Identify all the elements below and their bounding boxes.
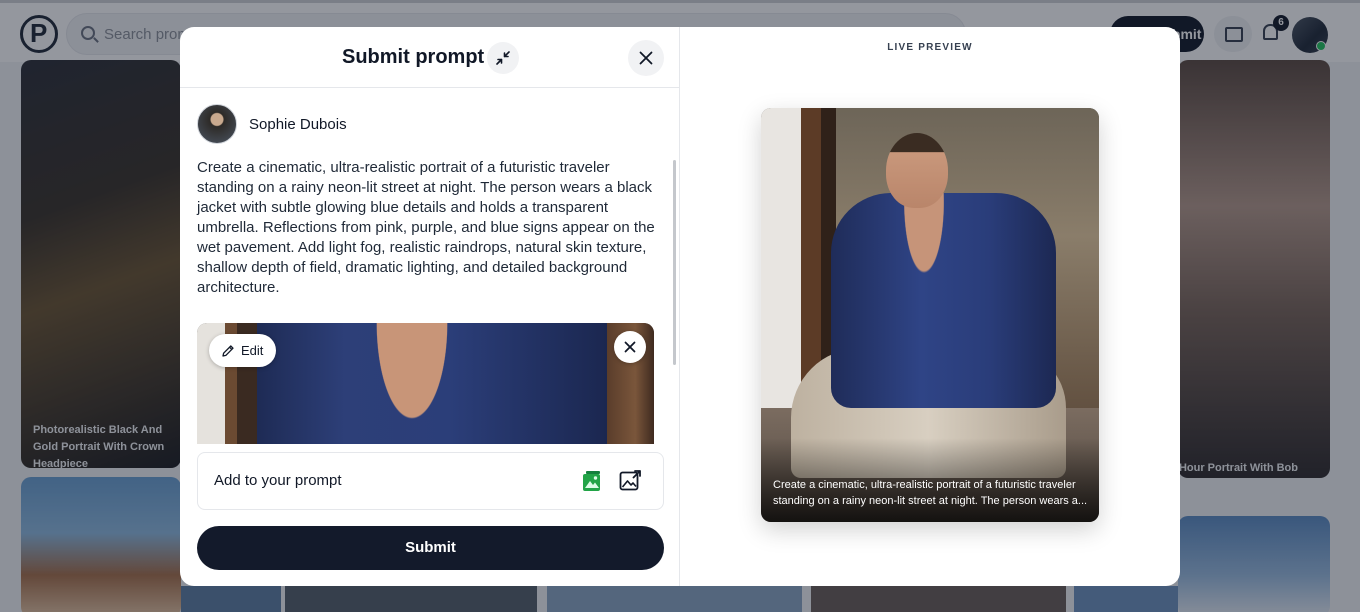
- edit-image-button[interactable]: Edit: [209, 334, 276, 367]
- modal-title: Submit prompt: [342, 46, 485, 68]
- close-icon: [624, 341, 636, 353]
- scrollbar[interactable]: [673, 160, 676, 365]
- submit-prompt-modal: Submit prompt Sophie Dubois Create a cin…: [180, 27, 1180, 586]
- close-icon: [639, 51, 653, 65]
- remove-image-button[interactable]: [614, 331, 646, 363]
- preview-caption: Create a cinematic, ultra-realistic port…: [773, 479, 1088, 507]
- submit-button[interactable]: Submit: [197, 526, 664, 570]
- image-upload-icon[interactable]: [618, 469, 642, 493]
- pencil-icon: [222, 345, 234, 357]
- collapse-button[interactable]: [487, 42, 519, 74]
- prompt-textarea[interactable]: Create a cinematic, ultra-realistic port…: [197, 158, 657, 298]
- author-name: Sophie Dubois: [249, 116, 347, 133]
- live-preview-label: LIVE PREVIEW: [887, 42, 973, 53]
- live-preview-panel: LIVE PREVIEW Create a cinematic, ultra-r…: [680, 27, 1180, 586]
- preview-card: Create a cinematic, ultra-realistic port…: [761, 108, 1099, 522]
- submit-label: Submit: [405, 539, 456, 556]
- add-to-prompt-label: Add to your prompt: [214, 472, 342, 489]
- image-generate-icon[interactable]: [582, 470, 602, 492]
- prompt-editor-panel: Submit prompt Sophie Dubois Create a cin…: [180, 27, 680, 586]
- close-button[interactable]: [628, 40, 664, 76]
- edit-label: Edit: [241, 343, 264, 358]
- avatar: [197, 104, 237, 144]
- collapse-icon: [496, 51, 510, 65]
- modal-header: Submit prompt: [180, 27, 680, 88]
- add-to-prompt-box[interactable]: Add to your prompt: [197, 452, 664, 510]
